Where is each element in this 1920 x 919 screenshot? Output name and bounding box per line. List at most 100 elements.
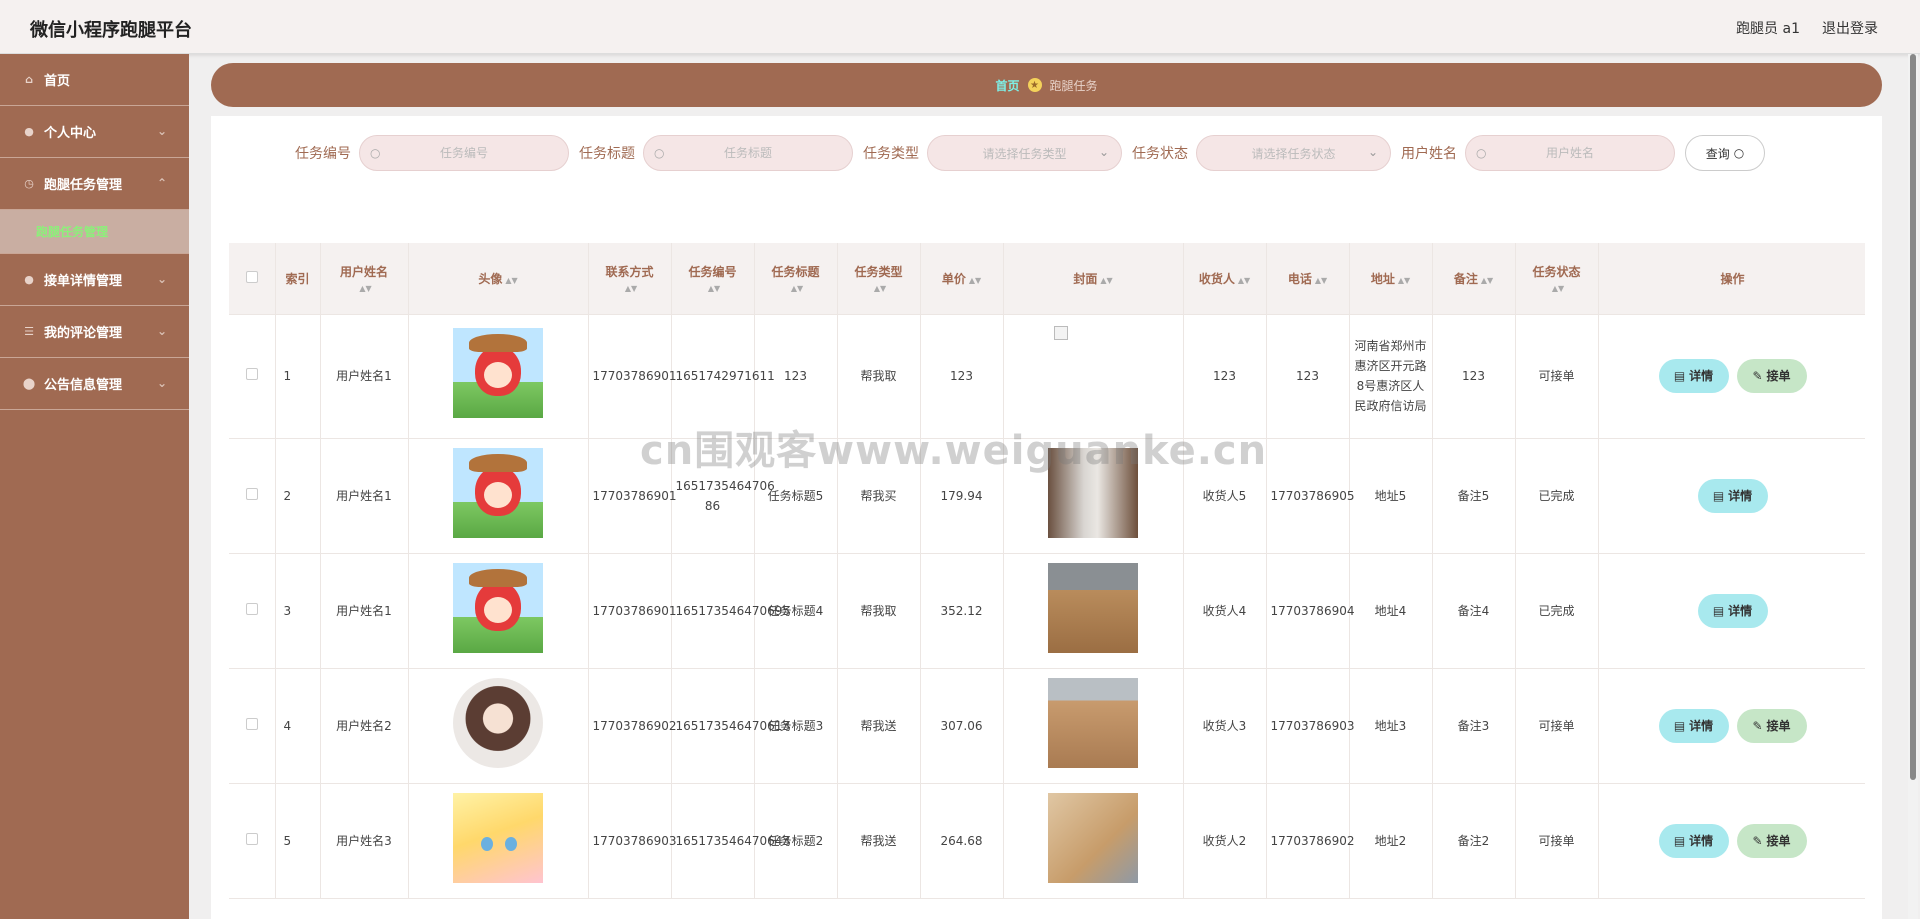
header-label: 任务类型 [854,264,903,279]
header-address[interactable]: 地址 ▲▼ [1349,243,1433,315]
task-title-input[interactable] [644,136,852,170]
row-actions: ▤ 详情 [1603,593,1863,628]
cell-index: 4 [275,668,321,784]
cell-cover [1003,553,1184,669]
table-row: 2 用户姓名1 17703786901 1651735464706 86 任务标… [229,438,1865,554]
row-checkbox[interactable] [245,717,258,730]
header-avatar[interactable]: 头像 ▲▼ [408,243,589,315]
cell-price: 123 [920,314,1004,439]
task-title-field-wrap: ○ [643,135,853,171]
cell-status: 可接单 [1515,783,1599,899]
select-all-checkbox[interactable] [245,270,258,283]
chevron-up-icon: ⌃ [156,176,167,190]
breadcrumb-home[interactable]: 首页 [995,77,1019,94]
header-label: 地址 [1370,271,1395,286]
cell-status: 可接单 [1515,314,1599,439]
row-actions: ▤ 详情 [1603,478,1863,513]
header-status[interactable]: 任务状态 ▲▼ [1515,243,1599,315]
cell-index: 2 [275,438,321,554]
document-icon: ▤ [1712,488,1725,503]
sidebar-item-my-comments[interactable]: ☰ 我的评论管理 ⌄ [0,306,189,358]
logout-link[interactable]: 退出登录 [1822,18,1878,38]
cell-index: 5 [275,783,321,899]
header-label: 任务编号 [688,264,737,279]
page-scrollbar[interactable] [1908,54,1918,919]
broken-image-icon [1054,326,1068,340]
header-phone[interactable]: 联系方式 ▲▼ [588,243,672,315]
location-pin-icon: ⬤ [22,377,36,390]
scrollbar-thumb[interactable] [1910,54,1916,780]
detail-button[interactable]: ▤ 详情 [1658,708,1729,743]
sidebar-item-task-management[interactable]: ◷ 跑腿任务管理 ⌃ [0,158,189,210]
cell-receiver: 收货人2 [1183,783,1267,899]
user-icon: ● [24,125,34,138]
take-order-button[interactable]: ✎ 接单 [1736,708,1807,743]
sidebar-subitem-task-management[interactable]: 跑腿任务管理 [0,210,189,254]
sidebar-item-label: 接单详情管理 [44,274,123,289]
search-icon: ○ [1733,146,1745,160]
header-label: 封面 [1073,271,1098,286]
row-checkbox[interactable] [245,487,258,500]
cell-index: 1 [275,314,321,439]
header-receiver[interactable]: 收货人 ▲▼ [1183,243,1267,315]
cell-cover [1003,314,1184,439]
sidebar-item-announcements[interactable]: ⬤ 公告信息管理 ⌄ [0,358,189,410]
header-label: 用户姓名 [339,264,388,279]
take-label: 接单 [1766,718,1791,733]
detail-button[interactable]: ▤ 详情 [1658,823,1729,858]
header-task-no[interactable]: 任务编号 ▲▼ [671,243,755,315]
header-title[interactable]: 任务标题 ▲▼ [754,243,838,315]
clock-icon: ◷ [24,177,34,190]
cell-address: 地址5 [1349,438,1433,554]
cell-receiver: 收货人4 [1183,553,1267,669]
task-type-select[interactable]: 请选择任务类型 ⌄ [927,135,1122,171]
header-index: 索引 [275,243,321,315]
user-name-label: 用户姓名 [1401,146,1457,162]
sidebar-item-home[interactable]: ⌂ 首页 [0,54,189,106]
detail-button[interactable]: ▤ 详情 [1697,478,1768,513]
task-status-placeholder: 请选择任务状态 [1251,146,1336,161]
cell-remark: 123 [1432,314,1516,439]
cell-remark: 备注3 [1432,668,1516,784]
detail-button[interactable]: ▤ 详情 [1658,359,1729,393]
chevron-down-icon: ⌄ [1367,145,1378,159]
cell-price: 307.06 [920,668,1004,784]
avatar [453,677,543,768]
cell-status: 已完成 [1515,438,1599,554]
header-user[interactable]: 用户姓名 ▲▼ [320,243,409,315]
detail-button[interactable]: ▤ 详情 [1697,593,1768,628]
row-checkbox[interactable] [245,368,258,380]
take-label: 接单 [1766,369,1791,383]
cover-image [1048,792,1138,883]
task-no-label: 任务编号 [295,146,351,162]
current-user[interactable]: 跑腿员 a1 [1736,18,1800,38]
sidebar-item-label: 公告信息管理 [44,378,123,393]
user-name-input[interactable] [1466,136,1674,170]
header-tel[interactable]: 电话 ▲▼ [1266,243,1350,315]
cell-avatar [408,553,589,669]
cell-tel: 17703786905 [1266,438,1354,554]
cell-status: 已完成 [1515,553,1599,669]
cell-actions: ▤ 详情 ✎ 接单 [1598,668,1865,784]
task-status-select[interactable]: 请选择任务状态 ⌄ [1196,135,1391,171]
query-button[interactable]: 查询 ○ [1685,135,1765,171]
row-checkbox[interactable] [245,602,258,615]
sidebar-item-order-details[interactable]: ● 接单详情管理 ⌄ [0,254,189,306]
sort-icon: ▲▼ [790,283,804,293]
take-order-button[interactable]: ✎ 接单 [1736,359,1807,393]
avatar [453,792,543,883]
take-order-button[interactable]: ✎ 接单 [1736,823,1807,858]
sidebar-item-personal-center[interactable]: ● 个人中心 ⌄ [0,106,189,158]
header-cover[interactable]: 封面 ▲▼ [1003,243,1184,315]
cell-actions: ▤ 详情 [1598,553,1865,669]
row-actions: ▤ 详情 ✎ 接单 [1603,823,1863,858]
header-remark[interactable]: 备注 ▲▼ [1432,243,1516,315]
task-no-input[interactable] [360,136,568,170]
row-select [229,783,276,899]
header-price[interactable]: 单价 ▲▼ [920,243,1004,315]
cell-price: 179.94 [920,438,1004,554]
cell-type: 帮我取 [837,314,921,439]
header-type[interactable]: 任务类型 ▲▼ [837,243,921,315]
task-type-label: 任务类型 [863,146,919,162]
row-checkbox[interactable] [245,832,258,845]
